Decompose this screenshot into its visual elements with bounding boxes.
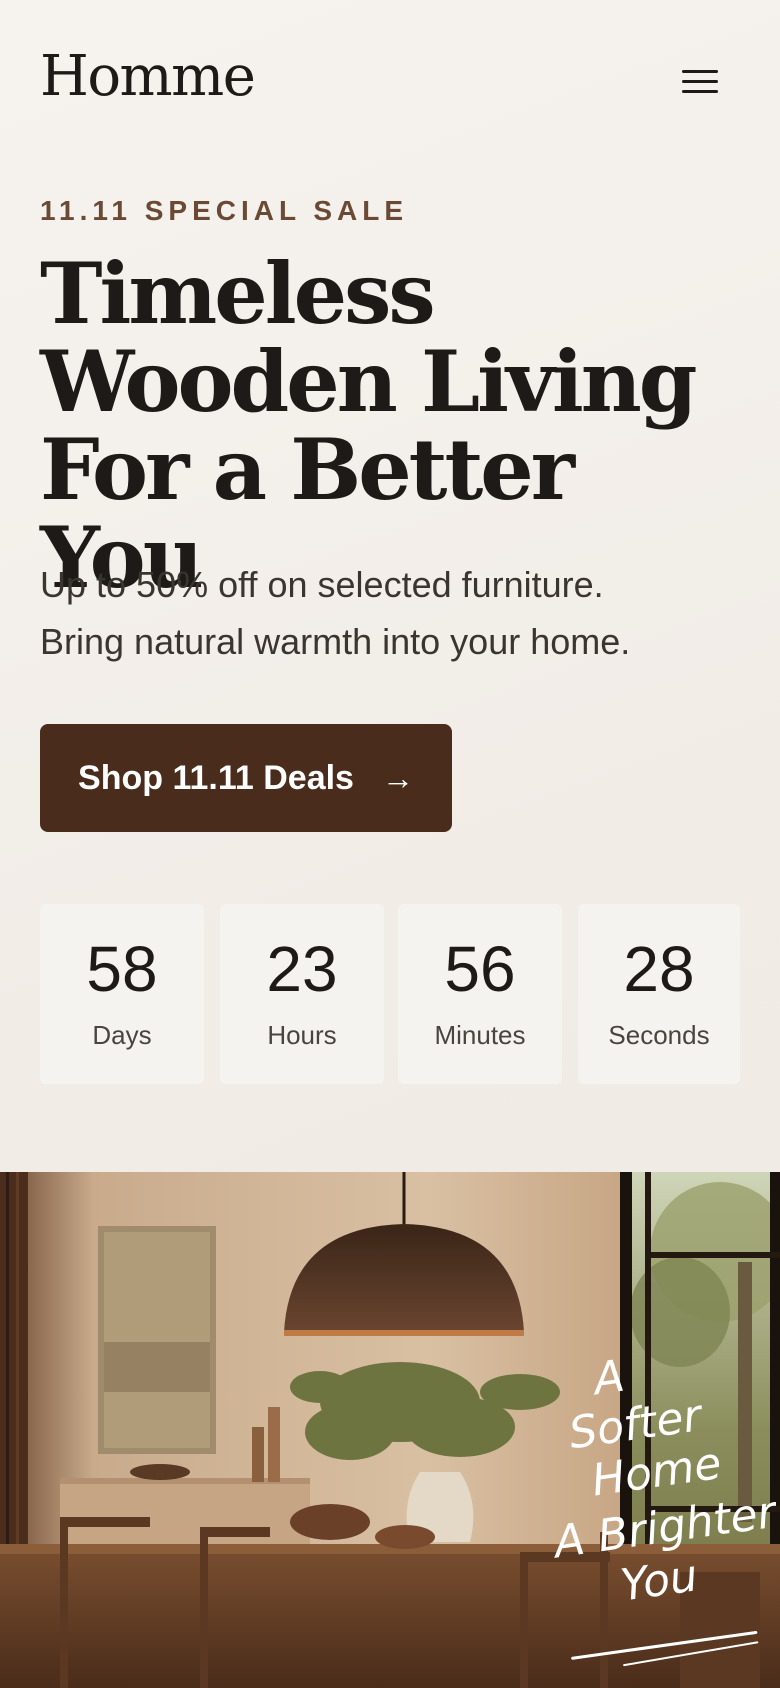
countdown-label: Seconds (608, 1020, 710, 1050)
headline-line: Wooden Living (40, 332, 698, 431)
hamburger-menu-icon[interactable] (682, 70, 718, 96)
hero-subtext: Up to 50% off on selected furniture. Bri… (40, 556, 740, 670)
countdown-label: Hours (267, 1020, 337, 1050)
countdown-hours: 23 Hours (220, 904, 384, 1084)
shop-deals-label: Shop 11.11 Deals (78, 758, 354, 797)
countdown-days: 58 Days (40, 904, 204, 1084)
hero-headline: Timeless Wooden Living For a Better You (40, 250, 740, 602)
dining-room-photo: A Softer Home A Brighter You (0, 1172, 780, 1688)
countdown-label: Minutes (434, 1020, 526, 1050)
countdown-value: 56 (444, 933, 516, 1005)
brand-logo[interactable]: Homme (40, 44, 256, 109)
countdown-value: 58 (86, 933, 158, 1005)
countdown-seconds: 28 Seconds (578, 904, 740, 1084)
countdown-value: 28 (623, 933, 695, 1005)
shop-deals-button[interactable]: Shop 11.11 Deals → (40, 724, 452, 832)
arrow-right-icon: → (381, 759, 414, 796)
countdown-timer: 58 Days 23 Hours 56 Minutes 28 Seconds (40, 904, 740, 1084)
headline-line: Timeless (40, 244, 436, 343)
subtext-line: Bring natural warmth into your home. (40, 621, 631, 662)
dining-room-illustration: A Softer Home A Brighter You (0, 1172, 780, 1688)
site-header: Homme (40, 40, 740, 120)
countdown-label: Days (92, 1020, 152, 1050)
sale-eyebrow: 11.11 SPECIAL SALE (40, 195, 409, 226)
subtext-line: Up to 50% off on selected furniture. (40, 564, 604, 605)
wall-art (98, 1226, 216, 1454)
countdown-minutes: 56 Minutes (398, 904, 562, 1084)
script-line: You (618, 1550, 701, 1611)
countdown-value: 23 (266, 933, 338, 1005)
